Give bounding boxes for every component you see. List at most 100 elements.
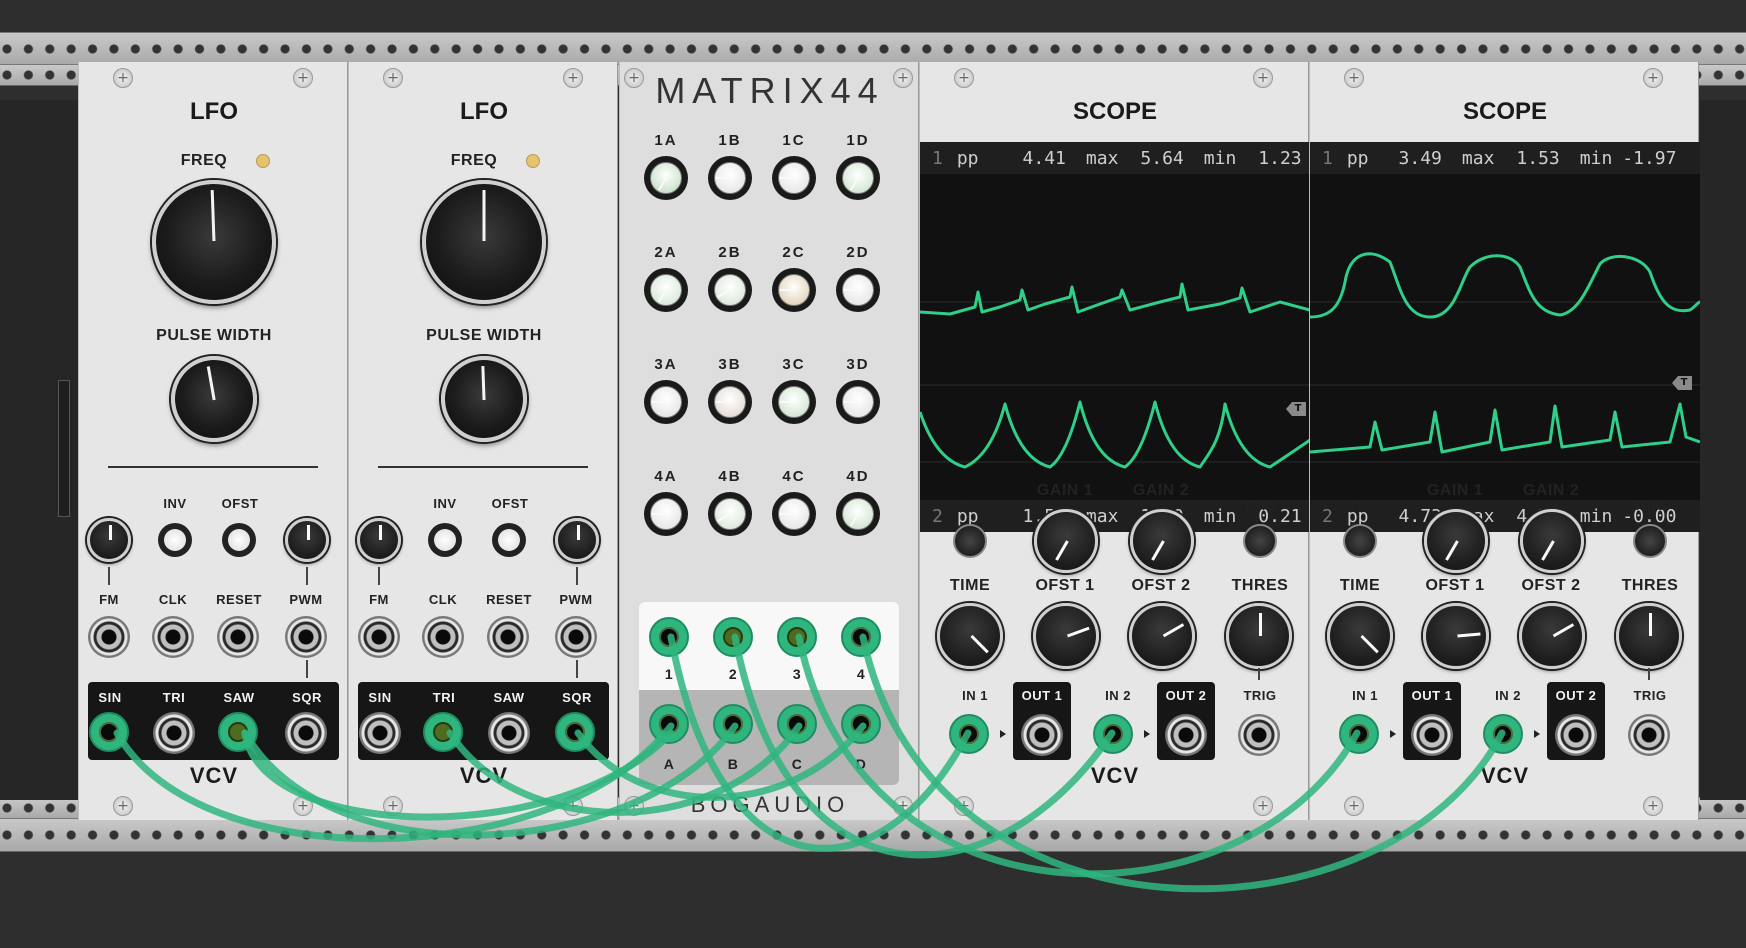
x1x2-button[interactable] xyxy=(953,524,987,558)
trig-input-jack[interactable] xyxy=(1628,714,1670,756)
matrix-knob-label: 4D xyxy=(846,468,870,485)
fm-input-jack[interactable] xyxy=(358,616,400,658)
trig-button[interactable] xyxy=(1633,524,1667,558)
matrix-output-jack[interactable] xyxy=(777,617,817,657)
scope-display[interactable]: 1 pp 4.41 max 5.64 min 1.23 T 2 pp max m… xyxy=(920,142,1310,532)
trig-button[interactable] xyxy=(1243,524,1277,558)
section-divider xyxy=(378,466,588,468)
reset-input-jack[interactable] xyxy=(487,616,529,658)
time-knob[interactable] xyxy=(1327,603,1393,669)
matrix-level-knob[interactable] xyxy=(836,156,880,200)
matrix-input-jack[interactable] xyxy=(841,704,881,744)
saw-output-jack[interactable] xyxy=(488,712,530,754)
sqr-output-jack[interactable] xyxy=(555,712,595,752)
tri-output-jack[interactable] xyxy=(153,712,195,754)
matrix-input-jack[interactable] xyxy=(713,704,753,744)
matrix-level-knob[interactable] xyxy=(772,268,816,312)
time-knob[interactable] xyxy=(937,603,1003,669)
sin-output-jack[interactable] xyxy=(359,712,401,754)
fm-input-jack[interactable] xyxy=(88,616,130,658)
matrix-level-knob[interactable] xyxy=(644,380,688,424)
ofst1-knob[interactable] xyxy=(1033,603,1099,669)
pwm-knob[interactable] xyxy=(555,518,599,562)
gain1-knob[interactable] xyxy=(1034,509,1098,573)
scope-display[interactable]: 1 pp 3.49 max 1.53 min -1.97 T 2 pp 4.73… xyxy=(1310,142,1700,532)
tri-label: TRI xyxy=(432,690,456,705)
gain1-knob[interactable] xyxy=(1424,509,1488,573)
ofst1-knob[interactable] xyxy=(1423,603,1489,669)
matrix-level-knob[interactable] xyxy=(772,380,816,424)
rack-rail-top xyxy=(0,32,1746,66)
in1-input-jack[interactable] xyxy=(949,714,989,754)
thres-knob[interactable] xyxy=(1616,603,1682,669)
matrix-level-knob[interactable] xyxy=(836,492,880,536)
gain2-knob[interactable] xyxy=(1520,509,1584,573)
matrix-level-knob[interactable] xyxy=(708,380,752,424)
matrix-knob-label: 3B xyxy=(718,356,742,373)
trig-input-jack[interactable] xyxy=(1238,714,1280,756)
matrix-input-label: C xyxy=(791,756,803,772)
saw-output-jack[interactable] xyxy=(218,712,258,752)
out1-output-jack[interactable] xyxy=(1411,714,1453,756)
matrix-level-knob[interactable] xyxy=(836,380,880,424)
ofst2-knob[interactable] xyxy=(1519,603,1585,669)
matrix-level-knob[interactable] xyxy=(644,492,688,536)
pwm-knob[interactable] xyxy=(285,518,329,562)
sqr-connector-line xyxy=(306,660,308,678)
reset-label: RESET xyxy=(486,592,532,607)
signal-arrow-icon xyxy=(1144,730,1150,738)
matrix-input-jack[interactable] xyxy=(649,704,689,744)
matrix-level-knob[interactable] xyxy=(708,492,752,536)
pulse-width-knob[interactable] xyxy=(439,354,529,444)
signal-arrow-icon xyxy=(1534,730,1540,738)
pwm-input-jack[interactable] xyxy=(285,616,327,658)
signal-arrow-icon xyxy=(1000,730,1006,738)
tri-output-jack[interactable] xyxy=(423,712,463,752)
in2-input-jack[interactable] xyxy=(1483,714,1523,754)
pwm-input-jack[interactable] xyxy=(555,616,597,658)
clk-input-jack[interactable] xyxy=(152,616,194,658)
matrix-level-knob[interactable] xyxy=(836,268,880,312)
out1-output-jack[interactable] xyxy=(1021,714,1063,756)
matrix-level-knob[interactable] xyxy=(644,268,688,312)
screw-icon: + xyxy=(1344,68,1364,88)
matrix-output-jack[interactable] xyxy=(713,617,753,657)
reset-input-jack[interactable] xyxy=(217,616,259,658)
screw-icon: + xyxy=(113,68,133,88)
matrix-output-jack[interactable] xyxy=(649,617,689,657)
out2-output-jack[interactable] xyxy=(1165,714,1207,756)
fm-knob[interactable] xyxy=(357,518,401,562)
ofst-button[interactable] xyxy=(492,523,526,557)
pulse-width-knob[interactable] xyxy=(164,349,264,449)
matrix-input-label: A xyxy=(663,756,675,772)
matrix-input-jack[interactable] xyxy=(777,704,817,744)
matrix-level-knob[interactable] xyxy=(772,156,816,200)
module-title: SCOPE xyxy=(1072,98,1158,125)
freq-knob[interactable] xyxy=(149,177,279,307)
fm-connector-line xyxy=(108,567,110,585)
screw-icon: + xyxy=(1253,796,1273,816)
fm-knob[interactable] xyxy=(87,518,131,562)
in1-input-jack[interactable] xyxy=(1339,714,1379,754)
x1x2-button[interactable] xyxy=(1343,524,1377,558)
thres-label: THRES xyxy=(1621,577,1679,594)
ofst-button[interactable] xyxy=(222,523,256,557)
gain2-knob[interactable] xyxy=(1130,509,1194,573)
ofst2-knob[interactable] xyxy=(1129,603,1195,669)
out2-output-jack[interactable] xyxy=(1555,714,1597,756)
inv-button[interactable] xyxy=(428,523,462,557)
matrix-level-knob[interactable] xyxy=(644,156,688,200)
matrix-level-knob[interactable] xyxy=(708,156,752,200)
matrix-level-knob[interactable] xyxy=(772,492,816,536)
sqr-output-jack[interactable] xyxy=(285,712,327,754)
sin-output-jack[interactable] xyxy=(89,712,129,752)
in2-input-jack[interactable] xyxy=(1093,714,1133,754)
matrix-level-knob[interactable] xyxy=(708,268,752,312)
thres-knob[interactable] xyxy=(1226,603,1292,669)
freq-knob[interactable] xyxy=(422,180,546,304)
clk-input-jack[interactable] xyxy=(422,616,464,658)
screw-icon: + xyxy=(1344,796,1364,816)
matrix-output-jack[interactable] xyxy=(841,617,881,657)
sqr-label: SQR xyxy=(292,690,322,705)
inv-button[interactable] xyxy=(158,523,192,557)
